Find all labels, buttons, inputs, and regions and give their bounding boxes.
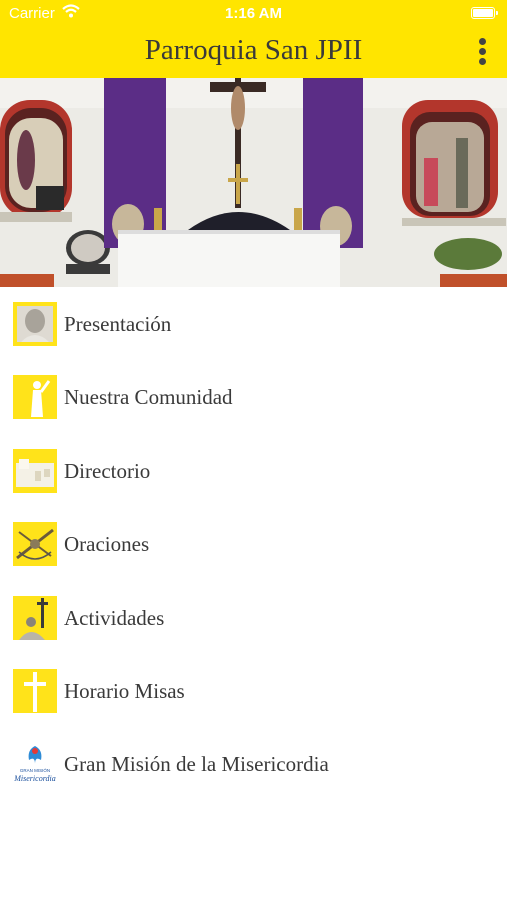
svg-text:GRAN MISIÓN: GRAN MISIÓN — [20, 767, 50, 773]
church-altar-photo — [0, 78, 507, 287]
rosary-icon — [13, 522, 57, 567]
statue-icon — [13, 375, 57, 420]
menu-item-label: Gran Misión de la Misericordia — [64, 752, 329, 777]
app-bar: Parroquia San JPII — [0, 26, 507, 78]
menu-item-actividades[interactable]: Actividades — [0, 582, 507, 655]
mission-logo-icon: GRAN MISIÓN Misericordia — [13, 742, 57, 787]
clock: 1:16 AM — [225, 5, 282, 22]
menu-item-horario-misas[interactable]: Horario Misas — [0, 655, 507, 728]
menu-item-label: Directorio — [64, 458, 151, 483]
building-icon — [13, 448, 57, 493]
menu-item-label: Nuestra Comunidad — [64, 385, 233, 410]
battery-icon — [471, 7, 498, 19]
status-bar: Carrier 1:16 AM — [0, 0, 507, 26]
menu-item-gran-mision[interactable]: GRAN MISIÓN Misericordia Gran Misión de … — [0, 728, 507, 801]
menu-item-nuestra-comunidad[interactable]: Nuestra Comunidad — [0, 361, 507, 434]
pope-cross-icon — [13, 595, 57, 640]
menu-item-label: Actividades — [64, 605, 165, 630]
page-title: Parroquia San JPII — [144, 34, 363, 66]
menu-item-oraciones[interactable]: Oraciones — [0, 508, 507, 581]
cross-icon — [13, 668, 57, 713]
more-vertical-icon[interactable] — [471, 38, 493, 68]
menu-item-presentacion[interactable]: Presentación — [0, 288, 507, 361]
menu-item-label: Oraciones — [64, 532, 150, 557]
svg-text:Misericordia: Misericordia — [13, 774, 55, 783]
menu-item-directorio[interactable]: Directorio — [0, 435, 507, 508]
menu-item-label: Presentación — [64, 312, 172, 336]
pope-portrait-icon — [13, 302, 57, 346]
main-menu-list: Presentación Nuestra Comunidad Directori… — [0, 288, 507, 802]
menu-item-label: Horario Misas — [64, 678, 185, 703]
